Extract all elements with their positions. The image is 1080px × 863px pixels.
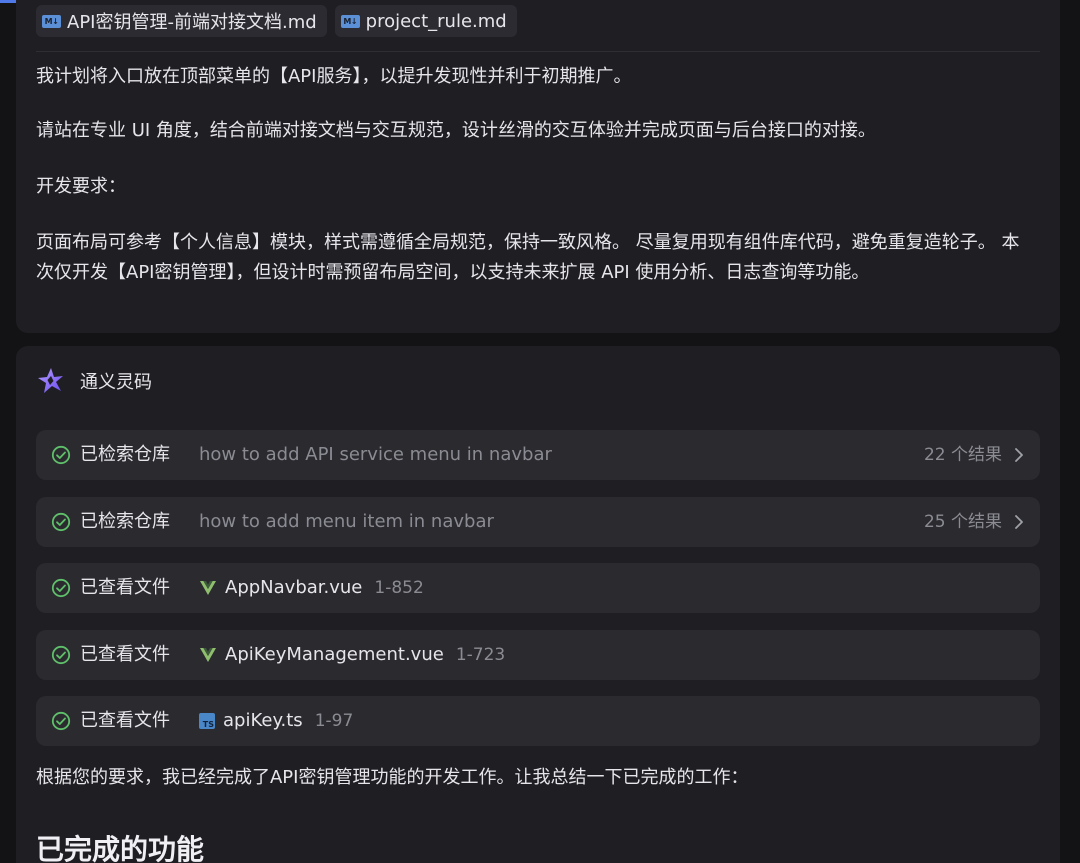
view-file-step-row[interactable]: 已查看文件 TS apiKey.ts 1-97 (36, 696, 1040, 746)
step-label: 已查看文件 (80, 644, 170, 665)
step-label: 已查看文件 (80, 577, 170, 598)
completed-features-heading: 已完成的功能 (36, 833, 205, 863)
check-circle-icon (51, 645, 71, 665)
message-paragraph: 请站在专业 UI 角度，结合前端对接文档与交互规范，设计丝滑的交互体验并完成页面… (36, 120, 876, 141)
file-reference[interactable]: AppNavbar.vue 1-852 (199, 575, 424, 601)
message-paragraph: 开发要求： (36, 176, 126, 197)
attachment-chip[interactable]: M↓ project_rule.md (334, 5, 517, 37)
chevron-right-icon (1015, 448, 1023, 462)
assistant-name: 通义灵码 (80, 372, 152, 393)
search-step-row[interactable]: 已检索仓库 how to add API service menu in nav… (36, 430, 1040, 480)
markdown-icon: M↓ (42, 14, 61, 28)
check-circle-icon (51, 512, 71, 532)
view-file-step-row[interactable]: 已查看文件 AppNavbar.vue 1-852 (36, 563, 1040, 613)
chevron-right-icon (1015, 515, 1023, 529)
step-label: 已检索仓库 (80, 444, 170, 465)
step-query: how to add menu item in navbar (199, 511, 494, 532)
step-query: how to add API service menu in navbar (199, 444, 552, 465)
search-step-row[interactable]: 已检索仓库 how to add menu item in navbar 25 … (36, 497, 1040, 547)
step-result-count: 25 个结果 (923, 512, 1002, 532)
typescript-icon: TS (199, 713, 215, 729)
step-label: 已检索仓库 (80, 511, 170, 532)
file-name: apiKey.ts (223, 710, 303, 731)
tongyi-lingma-logo-icon (38, 368, 63, 393)
check-circle-icon (51, 445, 71, 465)
line-range: 1-723 (455, 645, 506, 665)
assistant-message-card: 通义灵码 已检索仓库 how to add API service menu i… (16, 346, 1060, 863)
vue-icon (200, 648, 216, 662)
markdown-icon: M↓ (340, 14, 360, 28)
vue-icon (200, 581, 216, 595)
file-name: AppNavbar.vue (225, 577, 363, 598)
attachment-list: M↓ API密钥管理-前端对接文档.md M↓ project_rule.md (36, 5, 517, 37)
step-label: 已查看文件 (80, 710, 170, 731)
check-circle-icon (51, 711, 71, 731)
attachment-chip[interactable]: M↓ API密钥管理-前端对接文档.md (36, 5, 327, 37)
assistant-header: 通义灵码 (36, 366, 152, 396)
file-reference[interactable]: ApiKeyManagement.vue 1-723 (199, 642, 505, 668)
attachment-name: API密钥管理-前端对接文档.md (67, 12, 317, 33)
step-result-count: 22 个结果 (923, 445, 1002, 465)
check-circle-icon (51, 578, 71, 598)
user-message-card: M↓ API密钥管理-前端对接文档.md M↓ project_rule.md … (16, 0, 1060, 333)
line-range: 1-852 (374, 578, 424, 598)
message-paragraph: 页面布局可参考【个人信息】模块，样式需遵循全局规范，保持一致风格。 尽量复用现有… (36, 232, 1020, 283)
attachment-name: project_rule.md (365, 10, 507, 32)
message-paragraph: 我计划将入口放在顶部菜单的【API服务】，以提升发现性并利于初期推广。 (36, 66, 632, 87)
line-range: 1-97 (314, 711, 354, 731)
assistant-summary: 根据您的要求，我已经完成了API密钥管理功能的开发工作。让我总结一下已完成的工作… (36, 767, 749, 788)
divider (36, 51, 1040, 52)
file-reference[interactable]: TS apiKey.ts 1-97 (199, 708, 353, 734)
view-file-step-row[interactable]: 已查看文件 ApiKeyManagement.vue 1-723 (36, 630, 1040, 680)
file-name: ApiKeyManagement.vue (225, 644, 444, 665)
